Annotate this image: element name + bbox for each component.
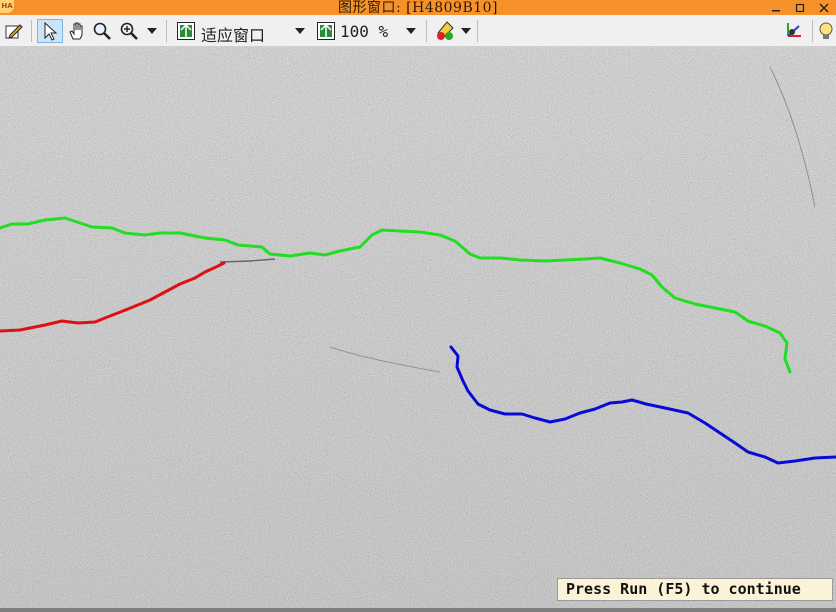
- edit-button[interactable]: [2, 19, 26, 43]
- magnify-tool[interactable]: [90, 19, 114, 43]
- zoom-percent-button[interactable]: [314, 19, 338, 43]
- image-canvas[interactable]: [0, 47, 836, 608]
- maximize-icon: [795, 3, 805, 12]
- zoom-percent-label: 100 %: [340, 22, 389, 41]
- color-dropdown[interactable]: [458, 19, 474, 43]
- color-button[interactable]: [432, 19, 458, 43]
- zoom-in-tool[interactable]: [116, 19, 142, 43]
- dropdown-icon: [295, 28, 305, 34]
- zoom-percent-icon: [317, 22, 335, 40]
- color-pick-icon: [437, 21, 454, 40]
- minimize-button[interactable]: [764, 0, 788, 15]
- close-icon: [819, 3, 829, 12]
- toolbar-separator: [31, 20, 32, 42]
- fit-window-icon: [177, 22, 195, 40]
- edit-icon: [5, 24, 23, 39]
- help-hint-button[interactable]: [816, 19, 836, 43]
- zoom-percent-dropdown[interactable]: [403, 19, 419, 43]
- zoom-in-icon: [120, 22, 138, 40]
- zoom-dropdown[interactable]: [144, 19, 160, 43]
- maximize-button[interactable]: [788, 0, 812, 15]
- dropdown-icon: [406, 28, 416, 34]
- close-button[interactable]: [812, 0, 836, 15]
- 3d-axes-icon: [787, 23, 801, 37]
- status-message: Press Run (F5) to continue: [557, 578, 833, 601]
- dropdown-icon: [461, 28, 471, 34]
- fit-window-button[interactable]: [174, 19, 198, 43]
- pointer-icon: [44, 21, 58, 41]
- window-controls: [764, 0, 836, 15]
- toolbar-separator: [477, 20, 478, 42]
- toolbar-separator: [426, 20, 427, 42]
- pavement-image: [0, 47, 836, 608]
- lightbulb-icon: [819, 22, 833, 39]
- dropdown-icon: [147, 28, 157, 34]
- fit-dropdown[interactable]: [292, 19, 308, 43]
- toolbar-separator: [812, 20, 813, 42]
- toolbar: 适应窗口 100 %: [0, 15, 836, 47]
- toolbar-separator: [166, 20, 167, 42]
- pan-tool[interactable]: [65, 19, 89, 43]
- pointer-tool[interactable]: [37, 19, 63, 43]
- 3d-view-button[interactable]: [780, 19, 806, 43]
- title-bar: HA 图形窗口: [H4809B10]: [0, 0, 836, 16]
- fit-window-label: 适应窗口: [201, 26, 266, 45]
- hand-icon: [69, 22, 83, 40]
- minimize-icon: [772, 9, 780, 11]
- zoom-icon: [93, 22, 111, 40]
